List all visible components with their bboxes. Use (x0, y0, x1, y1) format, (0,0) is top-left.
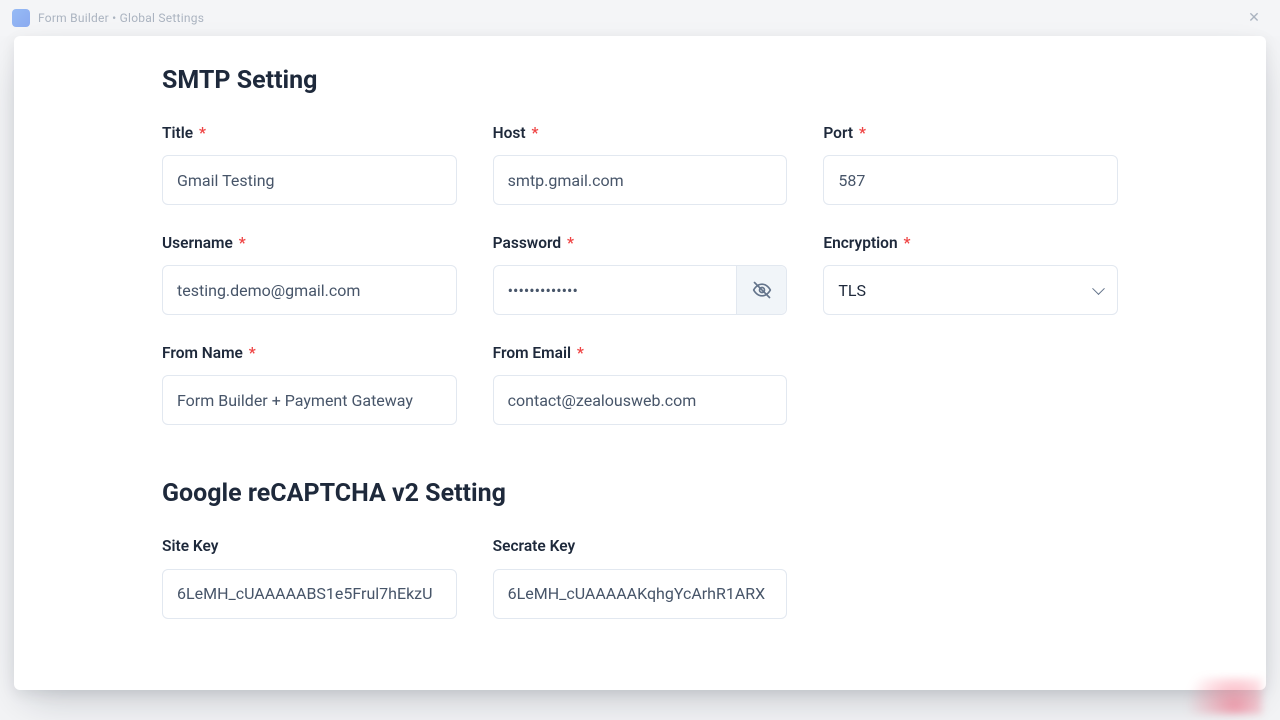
control-site-key (162, 569, 457, 619)
label-host: Host * (493, 123, 788, 143)
from-email-input[interactable] (494, 376, 787, 424)
label-title-text: Title (162, 124, 193, 142)
required-marker: * (859, 124, 866, 142)
label-site-key: Site Key (162, 536, 457, 556)
field-username: Username * (162, 233, 457, 315)
label-from-name: From Name * (162, 343, 457, 363)
required-marker: * (239, 234, 246, 252)
control-from-name (162, 375, 457, 425)
label-port: Port * (823, 123, 1118, 143)
label-site-key-text: Site Key (162, 537, 218, 555)
control-password (493, 265, 788, 315)
label-username-text: Username (162, 234, 233, 252)
label-port-text: Port (823, 124, 853, 142)
secret-key-input[interactable] (494, 570, 787, 618)
label-from-name-text: From Name (162, 344, 243, 362)
control-secret-key (493, 569, 788, 619)
smtp-heading: SMTP Setting (162, 66, 1118, 95)
field-password: Password * (493, 233, 788, 315)
field-title: Title * (162, 123, 457, 205)
host-input[interactable] (494, 156, 787, 204)
field-from-name: From Name * (162, 343, 457, 425)
required-marker: * (199, 124, 206, 142)
label-password-text: Password (493, 234, 562, 252)
recaptcha-grid: Site Key Secrate Key (162, 536, 1118, 618)
site-key-input[interactable] (163, 570, 456, 618)
title-input[interactable] (163, 156, 456, 204)
control-username (162, 265, 457, 315)
breadcrumb: Form Builder • Global Settings (38, 11, 204, 25)
label-encryption: Encryption * (823, 233, 1118, 253)
field-encryption: Encryption * TLS (823, 233, 1118, 315)
required-marker: * (903, 234, 910, 252)
required-marker: * (567, 234, 574, 252)
label-from-email: From Email * (493, 343, 788, 363)
close-icon[interactable]: ✕ (1240, 9, 1268, 27)
label-password: Password * (493, 233, 788, 253)
field-site-key: Site Key (162, 536, 457, 618)
from-name-input[interactable] (163, 376, 456, 424)
field-from-email: From Email * (493, 343, 788, 425)
backdrop-header: Form Builder • Global Settings ✕ (0, 0, 1280, 36)
password-input[interactable] (494, 266, 737, 314)
field-secret-key: Secrate Key (493, 536, 788, 618)
settings-modal: SMTP Setting Title * Host * Port * (14, 36, 1266, 690)
label-host-text: Host (493, 124, 526, 142)
spacer (823, 536, 1118, 618)
spacer (823, 343, 1118, 425)
required-marker: * (577, 344, 584, 362)
label-secret-key-text: Secrate Key (493, 537, 576, 555)
control-port (823, 155, 1118, 205)
required-marker: * (249, 344, 256, 362)
control-title (162, 155, 457, 205)
recaptcha-heading: Google reCAPTCHA v2 Setting (162, 479, 1118, 508)
field-port: Port * (823, 123, 1118, 205)
app-logo (12, 9, 30, 27)
label-title: Title * (162, 123, 457, 143)
username-input[interactable] (163, 266, 456, 314)
encryption-select[interactable]: TLS (824, 266, 1117, 314)
control-from-email (493, 375, 788, 425)
label-from-email-text: From Email (493, 344, 571, 362)
field-host: Host * (493, 123, 788, 205)
required-marker: * (531, 124, 538, 142)
toggle-password-visibility[interactable] (736, 266, 786, 314)
label-secret-key: Secrate Key (493, 536, 788, 556)
control-encryption: TLS (823, 265, 1118, 315)
port-input[interactable] (824, 156, 1117, 204)
label-encryption-text: Encryption (823, 234, 897, 252)
smtp-grid: Title * Host * Port * (162, 123, 1118, 425)
control-host (493, 155, 788, 205)
eye-off-icon (752, 280, 772, 300)
label-username: Username * (162, 233, 457, 253)
